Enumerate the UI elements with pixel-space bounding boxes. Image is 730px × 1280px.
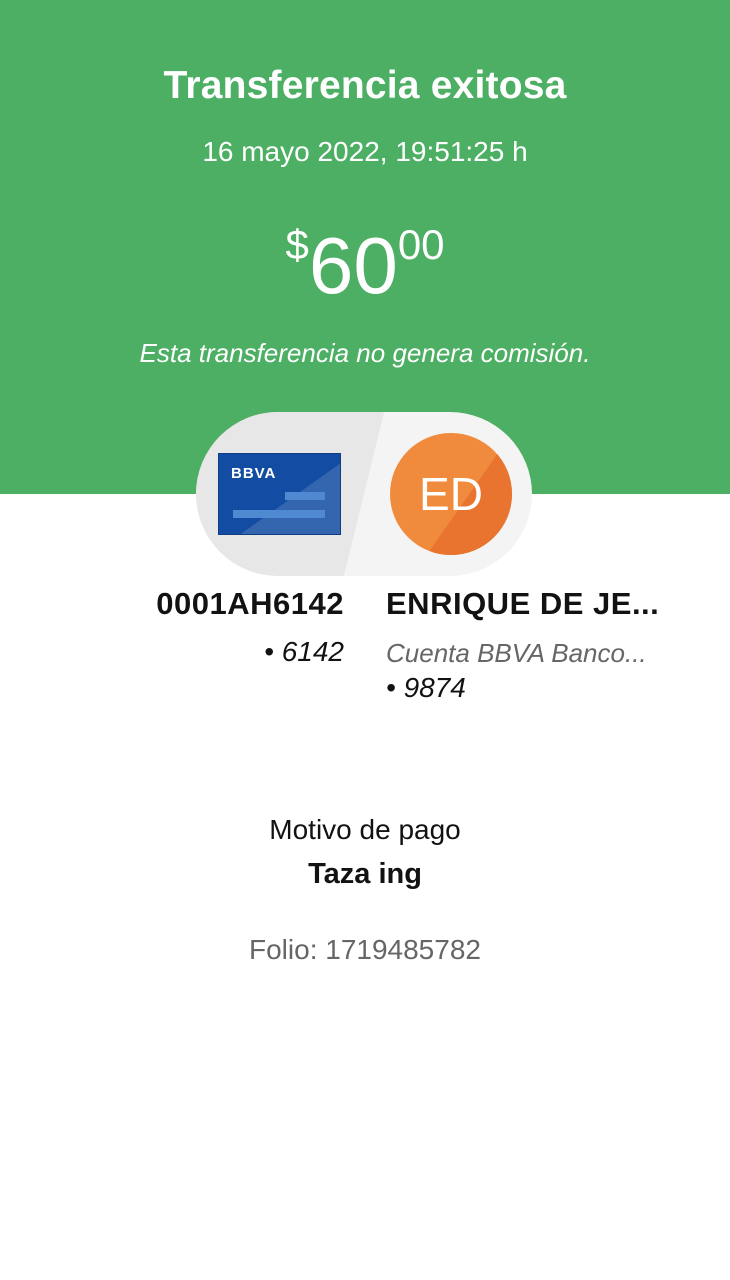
destination-name: ENRIQUE DE JE... [386, 586, 660, 621]
payment-reason-value: Taza ing [308, 858, 422, 890]
bbva-card-icon: BBVA [218, 453, 341, 535]
origin-account-number: • 6142 [264, 636, 344, 667]
origin-account-name: 0001AH6142 [156, 586, 344, 621]
page-title: Transferencia exitosa [163, 64, 567, 107]
amount-integer: 60 [308, 221, 398, 310]
destination-account-number: • 9874 [386, 672, 466, 703]
destination-bank: Cuenta BBVA Banco... [386, 638, 647, 668]
avatar-initials: ED [419, 468, 483, 520]
transfer-amount: $6000 [0, 224, 730, 306]
card-brand-label: BBVA [231, 465, 277, 482]
transfer-parties-pill: BBVA ED [196, 412, 532, 576]
payment-reason-label: Motivo de pago [269, 814, 461, 845]
currency-symbol: $ [285, 221, 309, 268]
transfer-receipt: Transferencia exitosa 16 mayo 2022, 19:5… [0, 0, 730, 1280]
contact-avatar: ED [390, 433, 512, 555]
amount-decimals: 00 [397, 221, 445, 268]
transfer-datetime: 16 mayo 2022, 19:51:25 h [202, 136, 528, 167]
commission-note: Esta transferencia no genera comisión. [139, 338, 591, 368]
folio-number: Folio: 1719485782 [249, 934, 481, 965]
